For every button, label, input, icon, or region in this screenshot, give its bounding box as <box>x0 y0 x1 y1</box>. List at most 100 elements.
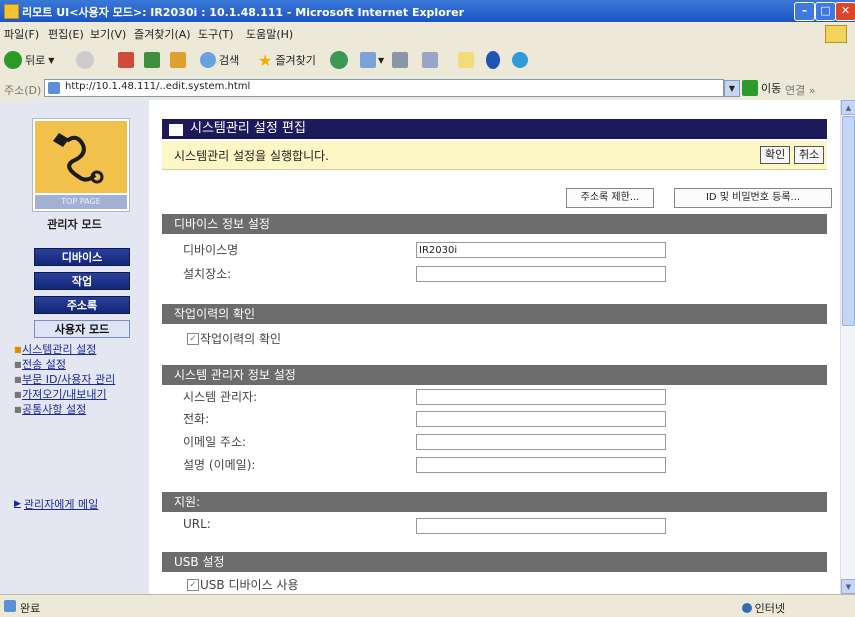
bullet-icon: ■ <box>14 345 22 354</box>
section-support: 지원: <box>162 492 827 512</box>
comment-label: 설명 (이메일): <box>183 458 256 472</box>
stop-icon <box>118 52 134 68</box>
bullet-icon: ■ <box>14 375 22 384</box>
nav-user-mode-button[interactable]: 사용자 모드 <box>34 320 130 338</box>
section-device-info: 디바이스 정보 설정 <box>162 214 827 234</box>
favorites-button[interactable]: ★ 즐겨찾기 <box>258 50 316 70</box>
go-button[interactable]: 이동 <box>742 80 781 96</box>
info-bar: 시스템관리 설정을 실행합니다. 확인 취소 <box>162 141 827 170</box>
url-label: URL: <box>183 517 211 531</box>
address-bar: 주소(D) http://10.1.48.111/..edit.system.h… <box>0 76 855 101</box>
top-page-logo[interactable]: TOP PAGE <box>32 118 130 212</box>
minimize-button[interactable]: – <box>794 2 815 21</box>
email-input[interactable] <box>416 434 666 450</box>
id-password-button[interactable]: ID 및 비밀번호 등록... <box>674 188 832 208</box>
menu-edit[interactable]: 편집(E) <box>48 26 84 42</box>
scroll-down-icon[interactable]: ▼ <box>841 579 855 594</box>
job-log-checkbox[interactable]: ✓ 작업이력의 확인 <box>187 330 281 347</box>
menu-view[interactable]: 보기(V) <box>90 26 126 42</box>
bullet-icon: ■ <box>14 360 22 369</box>
maximize-button[interactable]: □ <box>815 2 836 21</box>
address-dropdown-button[interactable]: ▼ <box>724 80 740 97</box>
menu-favorites[interactable]: 즐겨찾기(A) <box>134 26 191 42</box>
sidebar-item-dept-id[interactable]: ■ 부문 ID/사용자 관리 <box>14 374 144 386</box>
star-icon: ★ <box>258 50 273 70</box>
history-icon <box>330 51 348 69</box>
forward-button[interactable] <box>76 50 94 70</box>
phone-label: 전화: <box>183 412 210 426</box>
notes-button[interactable] <box>458 50 474 70</box>
bluetooth-button[interactable] <box>486 50 500 70</box>
sidebar: TOP PAGE 관리자 모드 디바이스 작업 주소록 사용자 모드 ■ 시스템관… <box>0 100 149 594</box>
scroll-up-icon[interactable]: ▲ <box>841 100 855 115</box>
ok-button[interactable]: 확인 <box>760 146 791 164</box>
links-button[interactable]: 연결 » <box>785 82 815 98</box>
settings-page-icon <box>168 123 184 137</box>
stop-button[interactable] <box>118 50 134 70</box>
forward-arrow-icon <box>76 51 94 69</box>
back-arrow-icon <box>4 51 22 69</box>
sidebar-item-send-settings[interactable]: ■ 전송 설정 <box>14 359 144 371</box>
sidebar-item-system-settings[interactable]: ■ 시스템관리 설정 <box>14 344 144 356</box>
refresh-button[interactable] <box>144 50 160 70</box>
back-button[interactable]: 뒤로 ▼ <box>4 50 54 70</box>
favorites-label: 즐겨찾기 <box>275 54 316 67</box>
print-button[interactable] <box>392 50 408 70</box>
search-icon <box>200 52 216 68</box>
page-title: 시스템관리 설정 편집 <box>190 121 306 136</box>
refresh-icon <box>144 52 160 68</box>
browser-toolbar: 뒤로 ▼ 검색 ★ 즐겨찾기 ▼ <box>0 44 855 77</box>
windows-flag-icon <box>825 25 847 43</box>
nav-device-button[interactable]: 디바이스 <box>34 248 130 266</box>
menu-help[interactable]: 도움말(H) <box>246 26 293 42</box>
home-icon <box>170 52 186 68</box>
nav-addressbook-button[interactable]: 주소록 <box>34 296 130 314</box>
printer-icon <box>392 52 408 68</box>
menu-tools[interactable]: 도구(T) <box>198 26 234 42</box>
messenger-button[interactable] <box>512 50 528 70</box>
main-content: 시스템관리 설정 편집 시스템관리 설정을 실행합니다. 확인 취소 주소록 제… <box>149 100 840 594</box>
address-label: 주소(D) <box>4 84 42 97</box>
checkbox-checked-icon: ✓ <box>187 578 199 591</box>
mail-admin-label: 관리자에게 메일 <box>23 498 99 511</box>
scroll-thumb[interactable] <box>842 116 855 326</box>
sidebar-item-import-export[interactable]: ■ 가져오기/내보내기 <box>14 389 144 401</box>
top-page-label: TOP PAGE <box>35 195 127 209</box>
globe-icon <box>741 603 752 613</box>
security-zone: 인터넷 <box>741 600 785 616</box>
triangle-right-icon: ▶ <box>14 499 21 509</box>
checkbox-checked-icon: ✓ <box>187 332 199 345</box>
cancel-button[interactable]: 취소 <box>794 146 825 164</box>
back-label: 뒤로 <box>25 54 46 67</box>
nav-job-button[interactable]: 작업 <box>34 272 130 290</box>
menu-file[interactable]: 파일(F) <box>4 26 39 42</box>
phone-input[interactable] <box>416 411 666 427</box>
messenger-icon <box>512 52 528 68</box>
device-name-input[interactable]: IR2030i <box>416 242 666 258</box>
history-button[interactable] <box>330 50 348 70</box>
edit-button[interactable] <box>422 50 438 70</box>
close-button[interactable]: ✕ <box>835 2 855 21</box>
zone-label: 인터넷 <box>754 602 785 615</box>
admin-name-input[interactable] <box>416 389 666 405</box>
home-button[interactable] <box>170 50 186 70</box>
location-input[interactable] <box>416 266 666 282</box>
notes-icon <box>458 52 474 68</box>
sidebar-links: ■ 시스템관리 설정 ■ 전송 설정 ■ 부문 ID/사용자 관리 ■ 가져오기/내보내… <box>14 344 144 419</box>
search-button[interactable]: 검색 <box>200 50 239 70</box>
vertical-scrollbar[interactable]: ▲ ▼ <box>840 100 855 594</box>
address-input[interactable]: http://10.1.48.111/..edit.system.html <box>44 79 724 97</box>
address-url: http://10.1.48.111/..edit.system.html <box>65 81 251 92</box>
usb-device-checkbox[interactable]: ✓ USB 디바이스 사용 <box>187 576 299 593</box>
comment-input[interactable] <box>416 457 666 473</box>
mail-icon <box>360 52 376 68</box>
bullet-icon: ■ <box>14 405 22 414</box>
support-url-input[interactable] <box>416 518 666 534</box>
sidebar-item-common-settings[interactable]: ■ 공통사항 설정 <box>14 404 144 416</box>
mail-admin-link[interactable]: ▶ 관리자에게 메일 <box>14 496 98 512</box>
window-titlebar: 리모트 UI<사용자 모드>: IR2030i : 10.1.48.111 - … <box>0 0 855 22</box>
email-label: 이메일 주소: <box>183 435 247 449</box>
mail-button[interactable]: ▼ <box>360 50 384 70</box>
address-limit-button[interactable]: 주소록 제한... <box>566 188 654 208</box>
page-icon <box>48 82 60 94</box>
